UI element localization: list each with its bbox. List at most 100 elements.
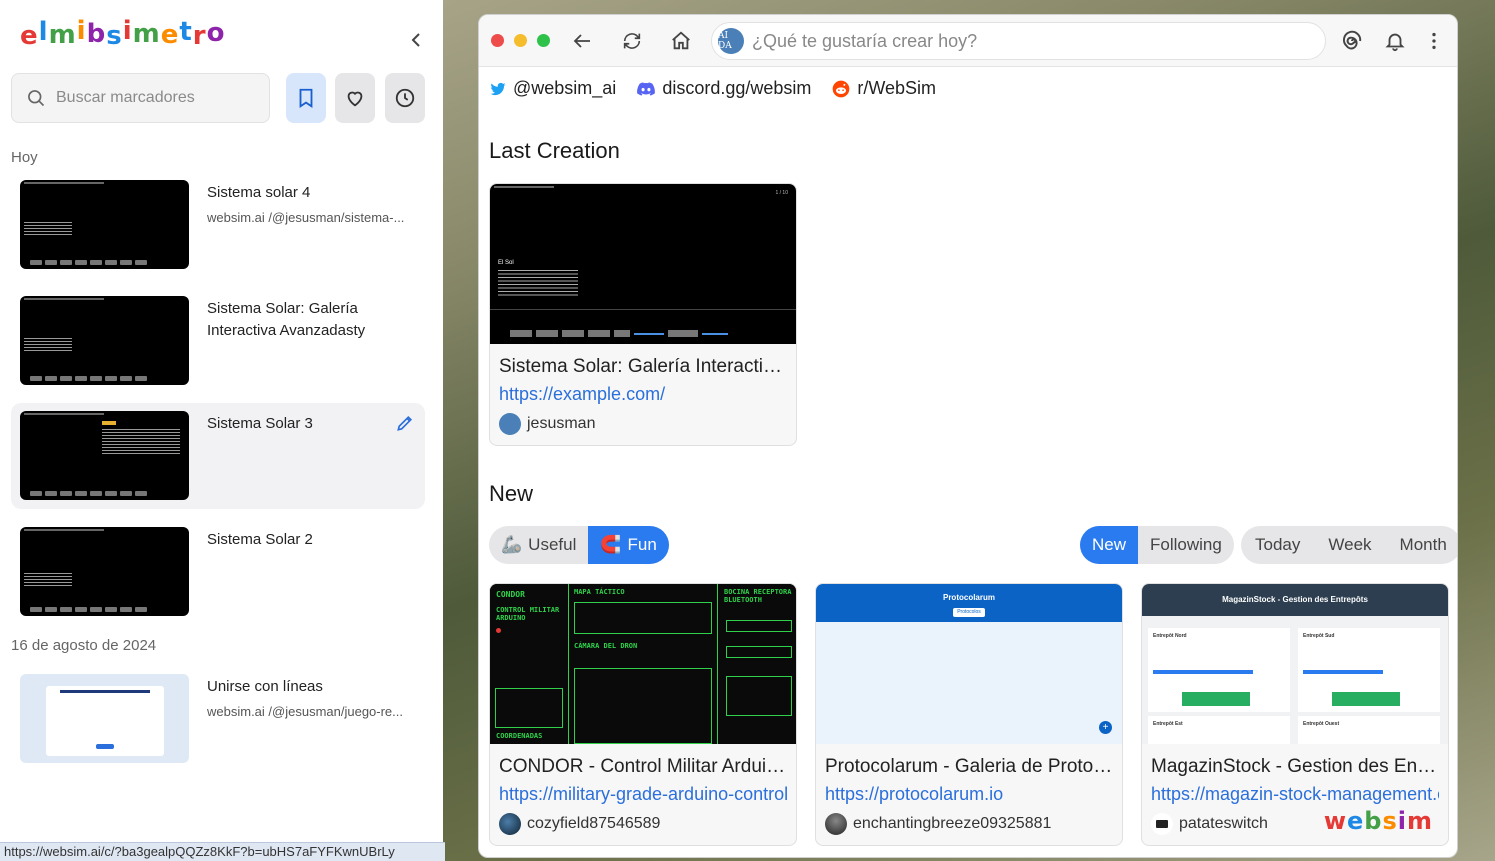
tab-week[interactable]: Week xyxy=(1314,526,1385,564)
search-icon xyxy=(28,90,45,107)
logo-letter: b xyxy=(1364,807,1383,835)
magnet-icon: 🧲 xyxy=(600,535,622,554)
bookmark-thumbnail xyxy=(20,296,189,385)
time-range-tabs: Today Week Month xyxy=(1241,526,1457,564)
social-links: @websim_ai discord.gg/websim r/WebSim xyxy=(489,78,936,99)
feed-tabs: New Following xyxy=(1080,526,1234,564)
tab-month[interactable]: Month xyxy=(1386,526,1457,564)
logo-letter: e xyxy=(20,21,39,51)
bookmark-thumbnail xyxy=(20,411,189,500)
bookmark-thumbnail xyxy=(20,674,189,763)
author-avatar xyxy=(825,813,847,835)
logo-letter: w xyxy=(1323,807,1347,835)
tab-useful[interactable]: 🦾 Useful xyxy=(489,526,588,564)
last-creation-card[interactable]: 1 / 10 El Sol Sistema Solar: Galería Int… xyxy=(489,183,797,446)
bookmark-url: websim.ai /@jesusman/sistema-... xyxy=(207,210,405,225)
logo-letter: i xyxy=(76,16,87,46)
bookmark-item[interactable]: Sistema Solar: Galería Interactiva Avanz… xyxy=(11,288,425,394)
section-heading-last-creation: Last Creation xyxy=(489,138,620,163)
chevron-left-icon xyxy=(411,33,420,47)
user-avatar[interactable]: AI DA xyxy=(718,28,744,54)
discord-link[interactable]: discord.gg/websim xyxy=(636,78,811,99)
logo-letter: t xyxy=(179,17,193,47)
favorites-tab-button[interactable] xyxy=(335,73,375,123)
robot-arm-icon: 🦾 xyxy=(501,535,523,554)
logo-letter: m xyxy=(48,20,77,50)
author-avatar xyxy=(499,813,521,835)
logo-letter: l xyxy=(38,17,49,47)
more-menu-button[interactable] xyxy=(1421,28,1447,54)
reddit-icon xyxy=(833,80,850,97)
pencil-icon xyxy=(397,415,413,431)
bell-icon xyxy=(1385,33,1405,52)
bookmark-title: Sistema Solar 3 xyxy=(207,415,313,432)
card-thumbnail: MagazinStock - Gestion des Entrepôts Ent… xyxy=(1142,584,1448,744)
logo-letter: o xyxy=(206,18,226,48)
twitter-icon xyxy=(490,82,506,95)
app-logo: elmibsimetro xyxy=(20,16,226,51)
section-heading-new: New xyxy=(489,481,534,506)
kebab-menu-icon xyxy=(1432,32,1436,50)
card-url[interactable]: https://example.com/ xyxy=(499,384,787,405)
twitter-link[interactable]: @websim_ai xyxy=(489,78,616,99)
bookmark-icon xyxy=(299,88,313,108)
author-avatar xyxy=(499,413,521,435)
tab-following[interactable]: Following xyxy=(1138,526,1234,564)
card-url[interactable]: https://protocolarum.io xyxy=(825,784,1113,805)
reload-button[interactable] xyxy=(619,28,645,54)
category-tabs: 🦾 Useful 🧲 Fun xyxy=(489,526,669,564)
refresh-icon xyxy=(623,33,641,49)
section-label-date: 16 de agosto de 2024 xyxy=(11,637,157,654)
creation-card[interactable]: CONDOR MAPA TÁCTICO BOCINA RECEPTORA BLU… xyxy=(489,583,797,846)
card-author[interactable]: jesusman xyxy=(499,413,787,435)
logo-letter: s xyxy=(106,21,123,51)
card-author[interactable]: cozyfield87546589 xyxy=(499,813,787,835)
tab-new[interactable]: New xyxy=(1080,526,1139,564)
page-content: @websim_ai discord.gg/websim r/WebSim La… xyxy=(479,68,1457,857)
logo-letter: i xyxy=(122,16,133,46)
address-bar[interactable]: AI DA xyxy=(711,22,1326,60)
card-thumbnail: 1 / 10 El Sol xyxy=(490,184,796,344)
logo-letter: e xyxy=(160,20,180,50)
bookmark-item[interactable]: Sistema Solar 2 xyxy=(11,519,425,625)
prompt-input[interactable] xyxy=(752,30,1292,52)
card-title: MagazinStock - Gestion des Entrepôts xyxy=(1151,756,1439,777)
logo-letter: r xyxy=(192,21,207,51)
card-thumbnail: CONDOR MAPA TÁCTICO BOCINA RECEPTORA BLU… xyxy=(490,584,796,744)
bookmark-item[interactable]: Sistema Solar 3 xyxy=(11,403,425,509)
bookmark-title: Sistema solar 4 xyxy=(207,184,311,201)
logo-letter: m xyxy=(1406,807,1433,835)
bookmark-item[interactable]: Unirse con líneas websim.ai /@jesusman/j… xyxy=(11,666,425,772)
card-title: CONDOR - Control Militar Arduino xyxy=(499,756,787,777)
bookmark-item[interactable]: Sistema solar 4 websim.ai /@jesusman/sis… xyxy=(11,172,425,278)
logo-letter: e xyxy=(1346,807,1365,835)
tab-fun[interactable]: 🧲 Fun xyxy=(588,526,669,564)
minimize-window-button[interactable] xyxy=(514,34,527,47)
tab-today[interactable]: Today xyxy=(1241,526,1314,564)
history-tab-button[interactable] xyxy=(385,73,425,123)
card-url[interactable]: https://military-grade-arduino-control xyxy=(499,784,787,805)
notifications-button[interactable] xyxy=(1382,28,1408,54)
maximize-window-button[interactable] xyxy=(537,34,550,47)
home-button[interactable] xyxy=(668,28,694,54)
edit-bookmark-button[interactable] xyxy=(395,413,415,433)
bookmark-thumbnail xyxy=(20,180,189,269)
logo-letter: b xyxy=(86,19,107,49)
spiral-button[interactable] xyxy=(1339,28,1365,54)
bookmark-search-box[interactable] xyxy=(11,73,270,123)
collapse-sidebar-button[interactable] xyxy=(404,28,428,52)
bookmark-search-input[interactable] xyxy=(56,89,256,107)
card-author[interactable]: enchantingbreeze09325881 xyxy=(825,813,1113,835)
section-label-today: Hoy xyxy=(11,149,38,166)
back-button[interactable] xyxy=(569,28,595,54)
card-title: Protocolarum - Galeria de Protocolos xyxy=(825,756,1113,777)
bookmark-title: Sistema Solar: Galería Interactiva Avanz… xyxy=(207,300,366,339)
creation-card[interactable]: Protocolarum Protocolos + Protocolarum -… xyxy=(815,583,1123,846)
bookmarks-tab-button[interactable] xyxy=(286,73,326,123)
discord-icon xyxy=(637,81,656,96)
card-url[interactable]: https://magazin-stock-management.c xyxy=(1151,784,1439,805)
card-thumbnail: Protocolarum Protocolos + xyxy=(816,584,1122,744)
home-icon xyxy=(672,31,690,50)
reddit-link[interactable]: r/WebSim xyxy=(831,78,936,99)
close-window-button[interactable] xyxy=(491,34,504,47)
